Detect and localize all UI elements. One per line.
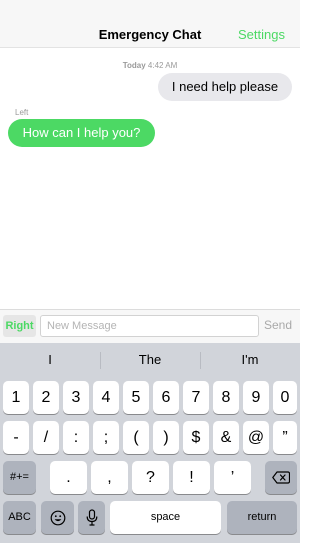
emoji-key[interactable] <box>41 501 74 534</box>
incoming-message-bubble[interactable]: How can I help you? <box>8 119 155 147</box>
key[interactable]: ” <box>273 421 297 454</box>
key[interactable]: 5 <box>123 381 149 414</box>
key[interactable]: 6 <box>153 381 179 414</box>
emoji-icon <box>50 509 66 526</box>
key[interactable]: ? <box>132 461 169 494</box>
key[interactable]: 1 <box>3 381 29 414</box>
suggestion-item[interactable]: I <box>0 343 100 377</box>
backspace-key[interactable] <box>265 461 297 494</box>
predictive-bar: I The I'm <box>0 343 300 377</box>
message-timestamp: Today 4:42 AM <box>0 61 300 70</box>
space-key[interactable]: space <box>110 501 221 534</box>
key[interactable]: 4 <box>93 381 119 414</box>
key[interactable]: 0 <box>273 381 297 414</box>
message-input[interactable] <box>40 315 259 337</box>
send-button[interactable]: Send <box>264 318 292 332</box>
key[interactable]: ! <box>173 461 210 494</box>
keyboard: I The I'm 1 2 3 4 5 6 7 8 9 0 - / : ; ( … <box>0 343 300 543</box>
abc-key[interactable]: ABC <box>3 501 36 534</box>
key[interactable]: & <box>213 421 239 454</box>
key[interactable]: 2 <box>33 381 59 414</box>
microphone-icon <box>86 509 98 526</box>
suggestion-item[interactable]: I'm <box>200 343 300 377</box>
key[interactable]: 8 <box>213 381 239 414</box>
key[interactable]: 9 <box>243 381 269 414</box>
backspace-icon <box>272 469 290 486</box>
key[interactable]: ’ <box>214 461 251 494</box>
sender-label: Left <box>15 108 29 117</box>
outgoing-message-bubble[interactable]: I need help please <box>158 73 292 101</box>
symbols-toggle-key[interactable]: #+= <box>3 461 36 494</box>
timestamp-day: Today <box>122 61 146 70</box>
suggestion-item[interactable]: The <box>100 343 200 377</box>
key[interactable]: - <box>3 421 29 454</box>
key[interactable]: : <box>63 421 89 454</box>
key[interactable]: 3 <box>63 381 89 414</box>
nav-bar: Emergency Chat Settings <box>0 0 300 48</box>
key[interactable]: ) <box>153 421 179 454</box>
key[interactable]: ; <box>93 421 119 454</box>
key[interactable]: . <box>50 461 87 494</box>
key[interactable]: / <box>33 421 59 454</box>
dictation-key[interactable] <box>78 501 105 534</box>
key[interactable]: , <box>91 461 128 494</box>
settings-button[interactable]: Settings <box>238 27 285 42</box>
message-composer: Right Send <box>0 309 300 343</box>
return-key[interactable]: return <box>227 501 297 534</box>
key[interactable]: $ <box>183 421 209 454</box>
key[interactable]: ( <box>123 421 149 454</box>
timestamp-time: 4:42 AM <box>147 61 178 70</box>
side-toggle-button[interactable]: Right <box>3 315 36 337</box>
key[interactable]: @ <box>243 421 269 454</box>
key[interactable]: 7 <box>183 381 209 414</box>
